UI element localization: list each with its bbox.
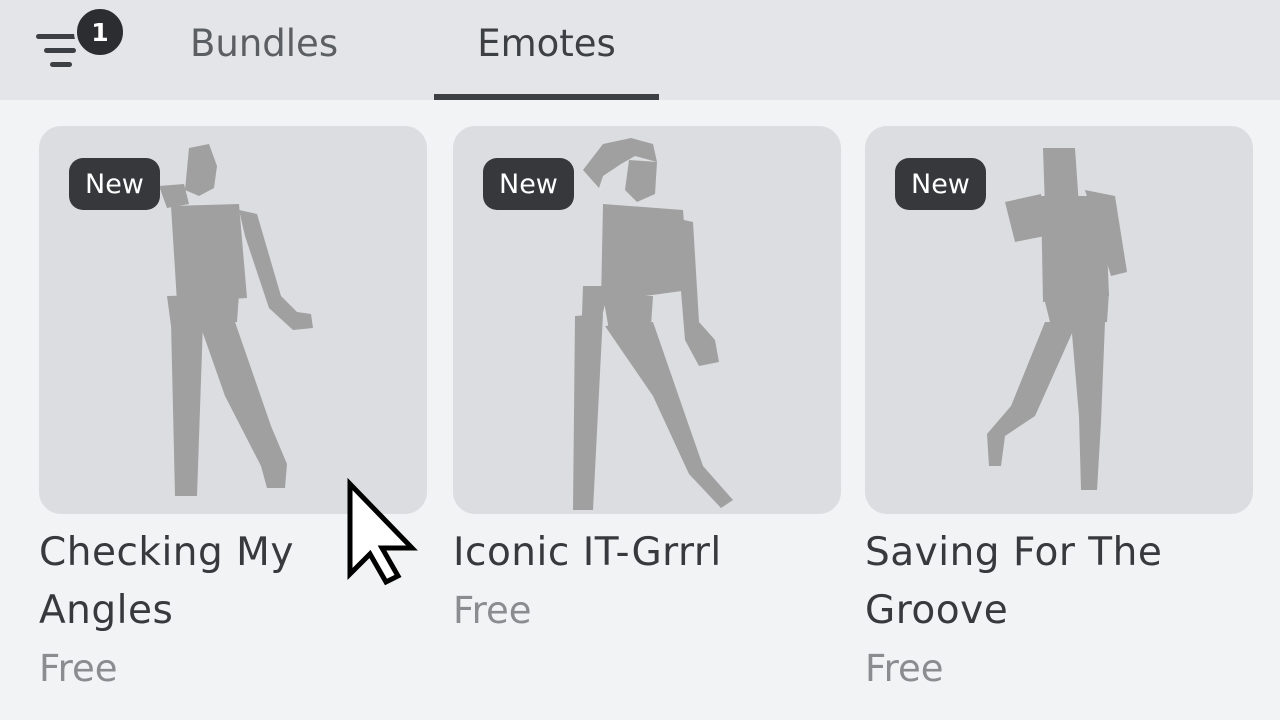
mouse-pointer-icon — [347, 478, 418, 586]
active-tab-indicator — [434, 94, 659, 100]
top-bar: 1 Bundles Emotes — [0, 0, 1280, 100]
emote-price: Free — [453, 589, 532, 632]
emote-thumbnail[interactable]: New — [39, 126, 427, 514]
filter-button[interactable]: 1 — [28, 6, 128, 80]
emote-card[interactable]: New Saving For The Groove Free — [865, 126, 1255, 698]
tab-bundles[interactable]: Bundles — [190, 22, 338, 100]
emote-card[interactable]: New Checking My Angles Free — [39, 126, 429, 698]
notification-count-badge: 1 — [74, 6, 126, 58]
new-badge: New — [69, 158, 160, 210]
emote-price: Free — [865, 647, 944, 690]
emote-thumbnail[interactable]: New — [453, 126, 841, 514]
emote-name[interactable]: Saving For The Groove — [865, 524, 1245, 640]
tab-emotes-label: Emotes — [477, 22, 616, 65]
new-badge: New — [895, 158, 986, 210]
emote-name[interactable]: Iconic IT-Grrrl — [453, 524, 833, 582]
tab-emotes[interactable]: Emotes — [434, 22, 659, 100]
tab-bundles-label: Bundles — [190, 22, 339, 65]
new-badge: New — [483, 158, 574, 210]
emote-price: Free — [39, 647, 118, 690]
emote-thumbnail[interactable]: New — [865, 126, 1253, 514]
emote-card[interactable]: New Iconic IT-Grrrl Free — [453, 126, 843, 640]
